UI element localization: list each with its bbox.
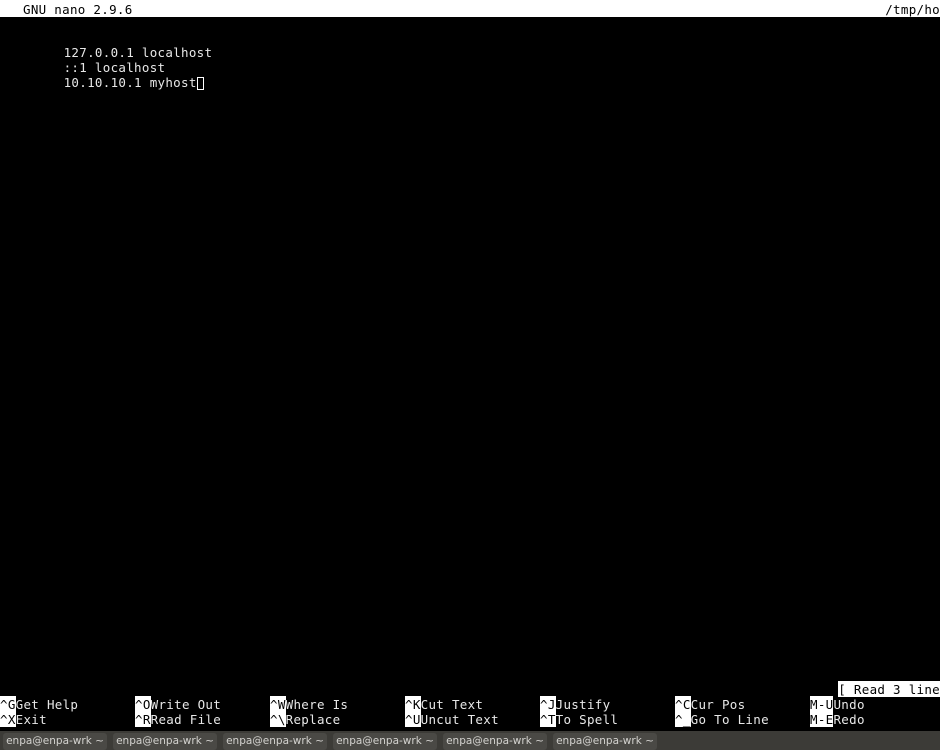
shortcut-exit[interactable]: ^XExit xyxy=(0,711,135,727)
shortcut-cut-text[interactable]: ^KCut Text xyxy=(405,696,540,713)
shortcut-read-file[interactable]: ^RRead File xyxy=(135,711,270,727)
nano-title-bar: GNU nano 2.9.6 /tmp/ho xyxy=(0,0,940,17)
shortcut-label: Cur Pos xyxy=(690,697,746,712)
taskbar-item[interactable]: enpa@enpa-wrk ~ xyxy=(3,733,107,750)
shortcut-label: Replace xyxy=(285,712,341,727)
text-cursor xyxy=(196,76,204,90)
editor-text-area[interactable]: 127.0.0.1 localhost ::1 localhost 10.10.… xyxy=(0,30,940,670)
taskbar-item[interactable]: enpa@enpa-wrk ~ xyxy=(113,733,217,750)
shortcut-write-out[interactable]: ^OWrite Out xyxy=(135,696,270,713)
shortcut-label: Go To Line xyxy=(690,712,769,727)
shortcut-get-help[interactable]: ^GGet Help xyxy=(0,696,135,713)
shortcut-cur-pos[interactable]: ^CCur Pos xyxy=(675,696,810,713)
taskbar-item[interactable]: enpa@enpa-wrk ~ xyxy=(553,733,657,750)
shortcut-label: Undo xyxy=(833,697,865,712)
shortcut-key: ^\ xyxy=(270,711,286,727)
shortcut-redo[interactable]: M-ERedo xyxy=(810,711,940,727)
shortcut-column-6: ^CCur Pos ^_Go To Line xyxy=(675,696,810,727)
shortcut-label: Uncut Text xyxy=(420,712,499,727)
shortcut-label: To Spell xyxy=(555,712,619,727)
status-message: [ Read 3 line xyxy=(838,681,940,697)
editor-line[interactable]: 127.0.0.1 localhost xyxy=(0,30,940,60)
shortcut-where-is[interactable]: ^WWhere Is xyxy=(270,696,405,713)
shortcut-label: Get Help xyxy=(15,697,79,712)
shortcut-key: ^U xyxy=(405,711,421,727)
shortcut-label: Redo xyxy=(833,712,865,727)
shortcut-column-5: ^JJustify ^TTo Spell xyxy=(540,696,675,727)
editor-line[interactable]: 10.10.10.1 myhost xyxy=(0,60,940,90)
shortcut-column-3: ^WWhere Is ^\Replace xyxy=(270,696,405,727)
shortcut-label: Cut Text xyxy=(420,697,484,712)
shortcut-replace[interactable]: ^\Replace xyxy=(270,711,405,727)
shortcut-label: Where Is xyxy=(285,697,349,712)
nano-shortcut-bar: ^GGet Help ^XExit ^OWrite Out ^RRead Fil… xyxy=(0,696,940,727)
editor-line-text: 10.10.10.1 myhost xyxy=(63,75,197,90)
shortcut-label: Write Out xyxy=(150,697,222,712)
nano-version-label: GNU nano 2.9.6 xyxy=(23,2,133,17)
terminal-window[interactable]: GNU nano 2.9.6 /tmp/ho 127.0.0.1 localho… xyxy=(0,0,940,727)
shortcut-to-spell[interactable]: ^TTo Spell xyxy=(540,711,675,727)
taskbar-item[interactable]: enpa@enpa-wrk ~ xyxy=(333,733,437,750)
shortcut-label: Read File xyxy=(150,712,222,727)
shortcut-label: Justify xyxy=(555,697,611,712)
shortcut-column-1: ^GGet Help ^XExit xyxy=(0,696,135,727)
shortcut-uncut-text[interactable]: ^UUncut Text xyxy=(405,711,540,727)
shortcut-justify[interactable]: ^JJustify xyxy=(540,696,675,713)
shortcut-key: ^_ xyxy=(675,711,691,727)
shortcut-key: ^T xyxy=(540,711,556,727)
shortcut-go-to-line[interactable]: ^_Go To Line xyxy=(675,711,810,727)
nano-status-line: [ Read 3 line xyxy=(0,681,940,697)
shortcut-label: Exit xyxy=(15,712,47,727)
shortcut-column-7: M-UUndo M-ERedo xyxy=(810,696,940,727)
shortcut-column-2: ^OWrite Out ^RRead File xyxy=(135,696,270,727)
desktop-taskbar[interactable]: enpa@enpa-wrk ~ enpa@enpa-wrk ~ enpa@enp… xyxy=(0,731,940,750)
shortcut-key: ^R xyxy=(135,711,151,727)
taskbar-item[interactable]: enpa@enpa-wrk ~ xyxy=(223,733,327,750)
shortcut-column-4: ^KCut Text ^UUncut Text xyxy=(405,696,540,727)
nano-filename-label: /tmp/ho xyxy=(885,2,940,17)
taskbar-item[interactable]: enpa@enpa-wrk ~ xyxy=(443,733,547,750)
editor-line[interactable]: ::1 localhost xyxy=(0,45,940,75)
screen: GNU nano 2.9.6 /tmp/ho 127.0.0.1 localho… xyxy=(0,0,940,750)
shortcut-undo[interactable]: M-UUndo xyxy=(810,696,940,713)
shortcut-key: M-E xyxy=(810,711,834,727)
shortcut-key: ^X xyxy=(0,711,16,727)
